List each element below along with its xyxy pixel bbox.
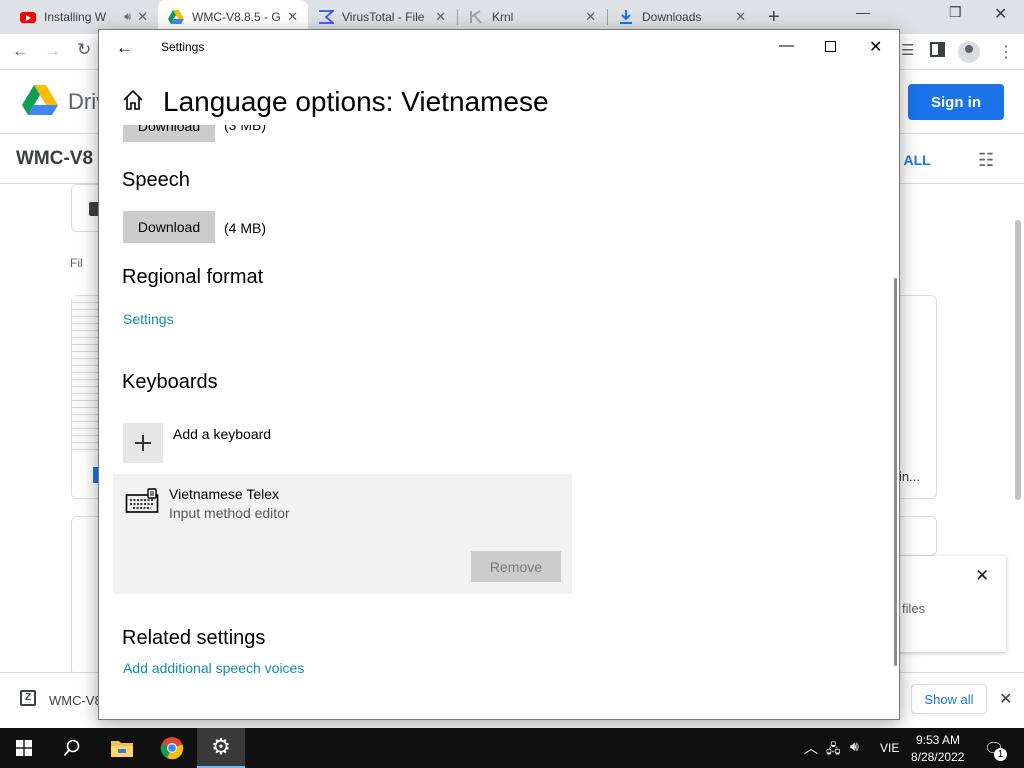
close-icon[interactable]: ✕ <box>287 9 298 25</box>
regional-format-heading: Regional format <box>122 266 264 288</box>
regional-settings-link[interactable]: Settings <box>123 311 174 327</box>
settings-window: ← Settings — ✕ Language options: Vietnam… <box>98 29 900 720</box>
google-drive-logo-icon <box>22 85 58 115</box>
clock-date[interactable]: 8/28/2022 <box>911 750 964 764</box>
clipped-download-row: Download (3 MB) <box>99 125 891 147</box>
search-button[interactable] <box>48 728 96 768</box>
file-explorer-button[interactable] <box>98 728 146 768</box>
tab-title: Downloads <box>642 10 702 24</box>
reading-list-icon[interactable]: ☰ <box>901 41 914 59</box>
folder-icon <box>111 741 133 757</box>
youtube-icon <box>20 11 36 23</box>
tab-title: Installing W <box>44 10 107 24</box>
remove-keyboard-button[interactable]: Remove <box>471 551 561 582</box>
speech-download-button[interactable]: Download <box>123 211 215 243</box>
related-settings-heading: Related settings <box>122 627 266 649</box>
network-icon[interactable]: 🖧︎ <box>826 740 841 762</box>
avatar[interactable] <box>958 41 980 63</box>
file-title: WMC-V8 <box>16 148 94 169</box>
input-language-indicator[interactable]: VIE <box>880 741 899 755</box>
page-title: Language options: Vietnamese <box>163 86 549 117</box>
speech-voices-link[interactable]: Add additional speech voices <box>123 660 304 676</box>
close-icon[interactable]: ✕ <box>435 9 446 25</box>
keyboard-name: Vietnamese Telex <box>169 486 279 502</box>
close-icon[interactable]: ✕ <box>585 9 596 25</box>
back-arrow-icon[interactable]: ← <box>12 41 29 61</box>
close-icon[interactable]: ✕ <box>999 689 1012 709</box>
side-panel-icon[interactable] <box>930 42 945 62</box>
tab-title: WMC-V8.8.5 - G <box>192 10 281 24</box>
reload-icon[interactable]: ↻ <box>77 40 91 60</box>
settings-taskbar-button[interactable]: ⚙ <box>197 728 245 768</box>
file-thumbnail <box>72 296 98 452</box>
virustotal-icon <box>319 10 334 24</box>
search-icon <box>63 739 80 757</box>
window-title: Settings <box>161 40 205 54</box>
google-drive-icon <box>168 10 184 24</box>
files-label: Fil <box>70 256 83 270</box>
chrome-icon <box>160 737 184 760</box>
back-arrow-icon[interactable]: ← <box>116 38 133 58</box>
chrome-taskbar-button[interactable] <box>148 728 196 768</box>
page-scrollbar[interactable] <box>1015 220 1021 500</box>
sign-in-button[interactable]: Sign in <box>908 84 1004 120</box>
keyboard-subtitle: Input method editor <box>169 505 290 521</box>
clock-time[interactable]: 9:53 AM <box>916 733 960 747</box>
start-button[interactable] <box>0 728 48 768</box>
keyboards-heading: Keyboards <box>122 371 218 393</box>
show-all-button[interactable]: Show all <box>911 684 987 714</box>
audio-icon[interactable]: 🔊︎ <box>124 11 131 24</box>
add-keyboard-button[interactable]: Add a keyboard <box>173 426 271 442</box>
speech-size: (4 MB) <box>224 220 266 236</box>
windows-logo-icon <box>16 740 32 756</box>
close-icon[interactable]: ✕ <box>975 566 989 586</box>
download-item-name[interactable]: WMC-V8 <box>49 693 102 708</box>
tab-title: VirusTotal - File <box>342 10 425 24</box>
toast-text: files <box>902 601 926 616</box>
krnl-icon <box>470 10 482 24</box>
close-icon[interactable]: ✕ <box>137 9 148 25</box>
handwriting-size: (3 MB) <box>224 125 266 133</box>
speech-heading: Speech <box>122 169 190 191</box>
browser-minimize-icon[interactable]: — <box>856 4 870 20</box>
minimize-icon[interactable]: — <box>779 37 794 54</box>
gear-icon: ⚙ <box>211 734 231 759</box>
volume-icon[interactable]: 🔊︎ <box>850 738 859 755</box>
keyboard-icon <box>125 488 159 513</box>
maximize-icon[interactable] <box>825 41 836 52</box>
header-mask <box>99 118 891 125</box>
browser-restore-icon[interactable]: ❐ <box>949 4 962 21</box>
list-view-icon[interactable]: ☷ <box>978 150 994 171</box>
tab-title: Krnl <box>492 10 514 24</box>
close-icon[interactable]: ✕ <box>735 9 746 25</box>
handwriting-download-button[interactable]: Download <box>123 125 215 142</box>
settings-scrollbar[interactable] <box>894 278 897 666</box>
notification-badge: 1 <box>994 748 1007 761</box>
home-icon[interactable] <box>121 88 145 112</box>
forward-arrow-icon[interactable]: → <box>44 41 61 61</box>
add-keyboard-plus-icon[interactable] <box>123 423 163 463</box>
chevron-up-icon[interactable]: ︿ <box>804 738 818 758</box>
new-tab-button[interactable]: + <box>768 6 780 29</box>
close-icon[interactable]: ✕ <box>869 37 882 57</box>
kebab-menu-icon[interactable]: ⋮ <box>998 42 1014 62</box>
download-icon <box>620 10 632 24</box>
file-card-label: in... <box>899 469 920 484</box>
browser-close-icon[interactable]: ✕ <box>994 4 1007 24</box>
archive-file-icon: Z <box>20 690 36 706</box>
